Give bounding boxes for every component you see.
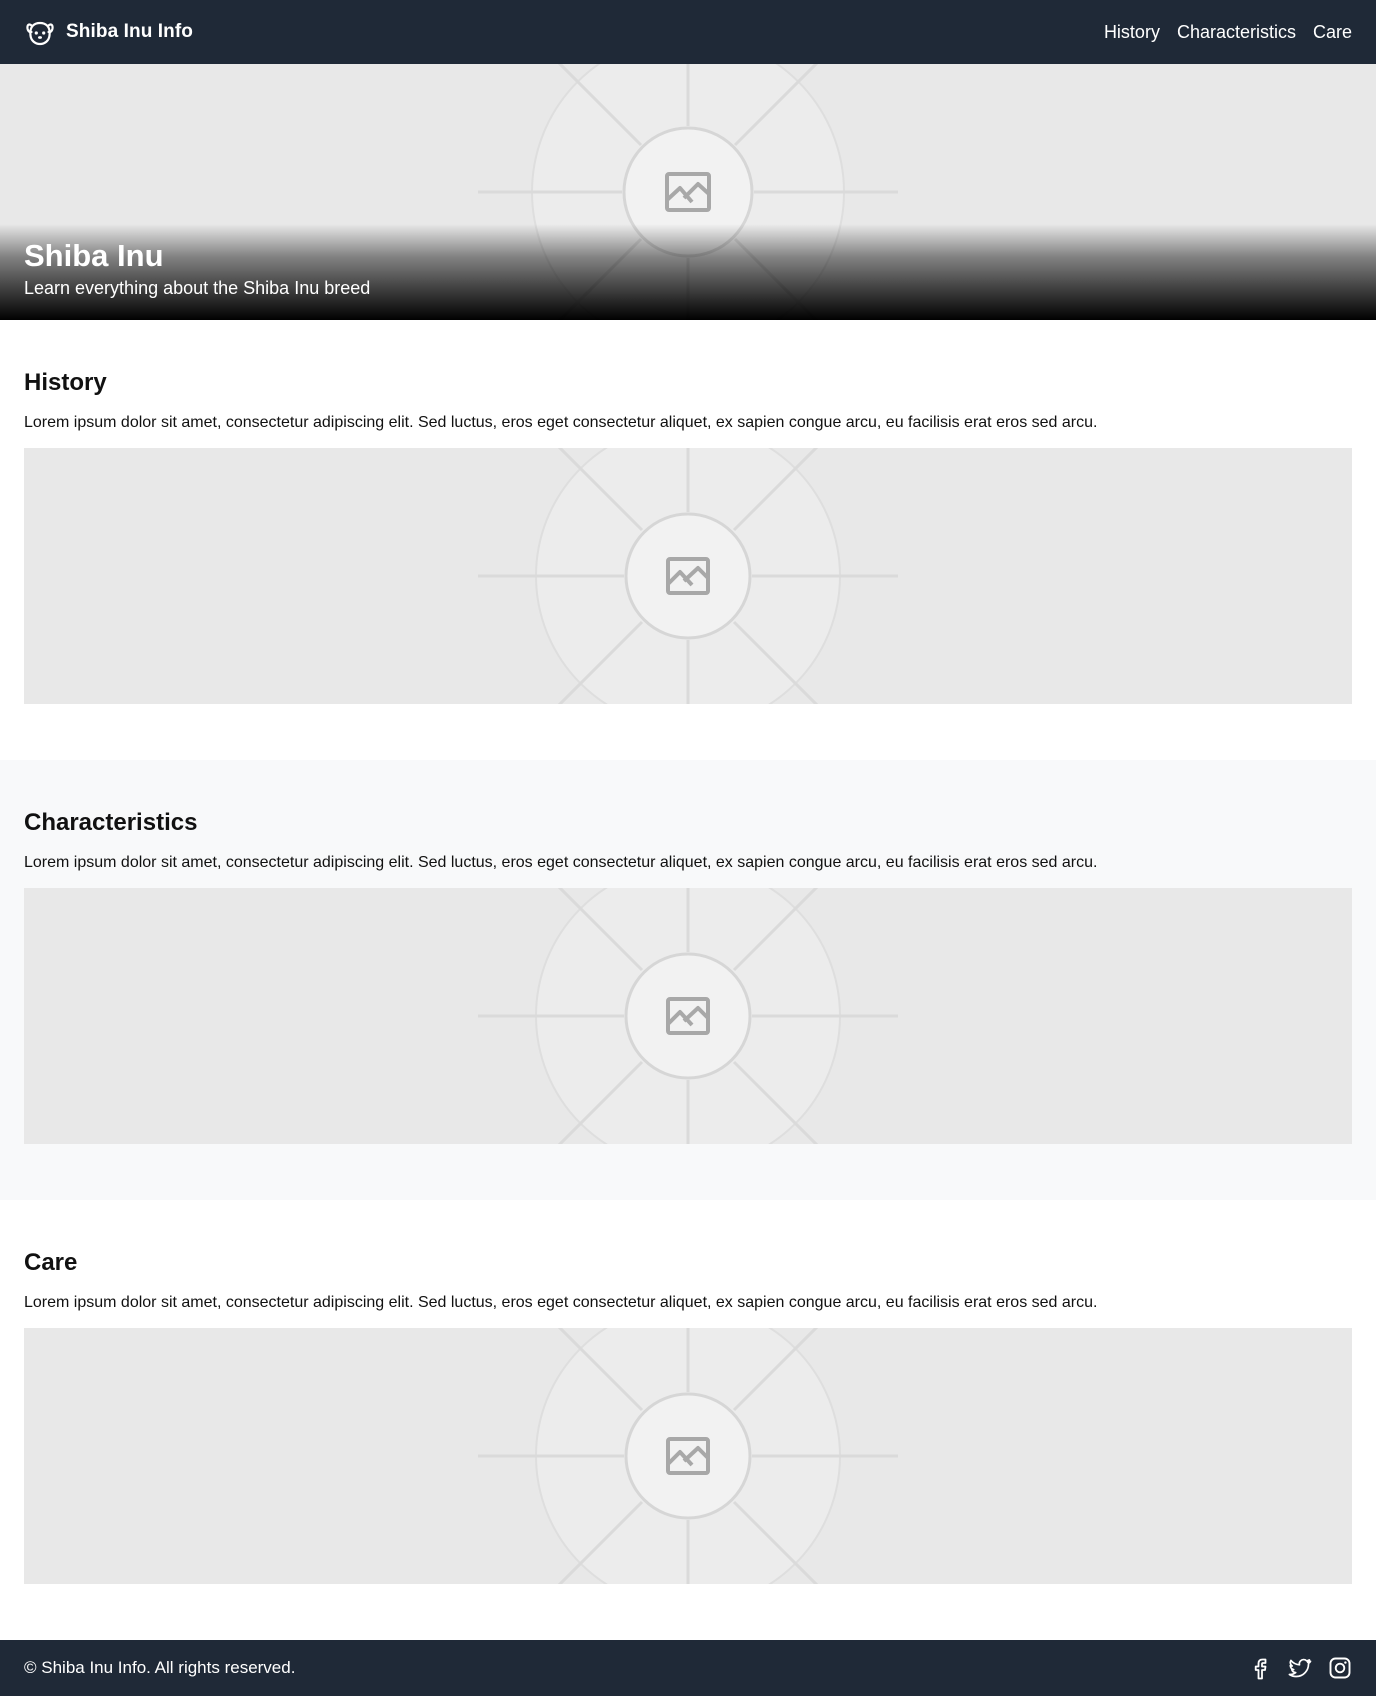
section-characteristics: Characteristics Lorem ipsum dolor sit am… <box>0 760 1376 1200</box>
section-text: Lorem ipsum dolor sit amet, consectetur … <box>24 414 1098 431</box>
facebook-icon[interactable] <box>1248 1656 1272 1680</box>
section-text: Lorem ipsum dolor sit amet, consectetur … <box>24 1294 1098 1311</box>
section-image <box>24 888 1352 1144</box>
nav-link-history[interactable]: History <box>1104 22 1160 43</box>
hero-banner: Shiba Inu Learn everything about the Shi… <box>0 64 1376 320</box>
nav-links: History Characteristics Care <box>1104 22 1352 43</box>
navbar: Shiba Inu Info History Characteristics C… <box>0 0 1376 64</box>
image-placeholder-icon <box>478 888 898 1144</box>
footer-copyright: © Shiba Inu Info. All rights reserved. <box>24 1658 296 1677</box>
brand-name: Shiba Inu Info <box>66 21 193 42</box>
twitter-icon[interactable] <box>1288 1656 1312 1680</box>
image-placeholder-icon <box>478 1328 898 1584</box>
nav-link-characteristics[interactable]: Characteristics <box>1177 22 1296 43</box>
section-history: History Lorem ipsum dolor sit amet, cons… <box>0 320 1376 760</box>
section-heading: Care <box>24 1249 78 1276</box>
social-links <box>1248 1656 1352 1680</box>
dog-face-icon <box>26 21 54 46</box>
section-care: Care Lorem ipsum dolor sit amet, consect… <box>0 1200 1376 1640</box>
section-image <box>24 1328 1352 1584</box>
hero-text: Shiba Inu Learn everything about the Shi… <box>24 238 370 300</box>
section-heading: History <box>24 369 107 396</box>
brand[interactable]: Shiba Inu Info <box>24 16 193 48</box>
section-text: Lorem ipsum dolor sit amet, consectetur … <box>24 854 1098 871</box>
hero-title: Shiba Inu <box>24 238 164 273</box>
instagram-icon[interactable] <box>1328 1656 1352 1680</box>
footer: © Shiba Inu Info. All rights reserved. <box>0 1640 1376 1696</box>
hero-subtitle: Learn everything about the Shiba Inu bre… <box>24 278 371 298</box>
nav-link-care[interactable]: Care <box>1313 22 1352 43</box>
image-placeholder-icon <box>478 448 898 704</box>
section-heading: Characteristics <box>24 809 198 836</box>
section-image <box>24 448 1352 704</box>
